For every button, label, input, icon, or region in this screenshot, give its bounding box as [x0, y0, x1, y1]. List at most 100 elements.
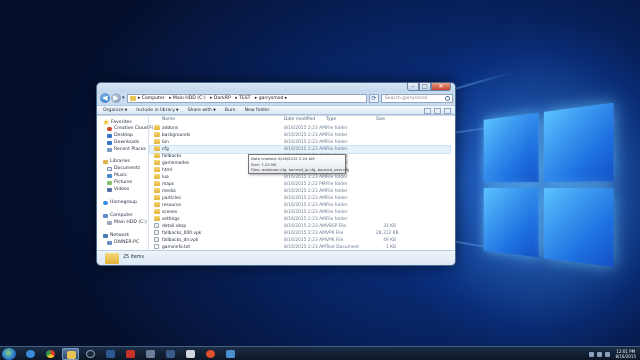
- taskbar-app-8[interactable]: [162, 348, 179, 360]
- file-row[interactable]: particles 8/16/2015 2:23 AM File folder: [150, 195, 450, 202]
- taskbar-app-9[interactable]: [182, 348, 199, 360]
- file-type: File folder: [326, 133, 348, 138]
- view-options-icon[interactable]: [424, 108, 431, 114]
- start-button[interactable]: [2, 348, 16, 360]
- file-name: backgrounds: [162, 133, 191, 138]
- nav-recent-places[interactable]: Recent Places: [107, 147, 146, 152]
- taskbar-app-11[interactable]: [222, 348, 239, 360]
- file-row[interactable]: fallbacks_000.vpk 8/16/2015 2:23 AM VPK Fi…: [150, 230, 450, 237]
- file-type: File folder: [326, 217, 348, 222]
- nav-desktop[interactable]: Desktop: [107, 133, 133, 138]
- breadcrumb-garrysmod[interactable]: ▸ garrysmod ▸: [255, 96, 287, 101]
- file-row[interactable]: settings 8/16/2015 2:23 AM File folder: [150, 216, 450, 223]
- file-type: VBSP File: [326, 224, 347, 229]
- taskbar-steam[interactable]: [82, 348, 99, 360]
- breadcrumb-computer[interactable]: ▸ Computer: [138, 96, 165, 101]
- tray-arrow-icon[interactable]: [589, 351, 595, 357]
- back-button[interactable]: ◀: [100, 93, 110, 103]
- file-row[interactable]: fallbacks_dir.vpk 8/16/2015 2:23 AM VPK Fi…: [150, 237, 450, 244]
- search-input[interactable]: Search garrysmod: [381, 94, 453, 103]
- file-row[interactable]: scenes 8/16/2015 2:23 AM File folder: [150, 209, 450, 216]
- nav-main-hdd[interactable]: Main HDD (C:): [107, 220, 147, 225]
- explorer-icon: [67, 351, 76, 359]
- nav-label: Recent Places: [114, 147, 146, 152]
- file-row[interactable]: media 8/16/2015 2:23 AM File folder: [150, 188, 450, 195]
- nav-documents[interactable]: Documents: [107, 166, 140, 171]
- nav-label: DWNER-PC: [114, 240, 140, 245]
- file-row[interactable]: addons 8/16/2015 2:23 AM File folder: [150, 125, 450, 132]
- nav-videos[interactable]: Videos: [107, 187, 129, 192]
- column-header-size[interactable]: Size: [376, 116, 385, 124]
- nav-network[interactable]: Network: [103, 233, 129, 238]
- column-header-date[interactable]: Date modified: [284, 116, 315, 124]
- nav-computer[interactable]: Computer: [103, 213, 133, 218]
- recent-pages-dropdown[interactable]: ▾: [122, 95, 125, 101]
- file-row[interactable]: resource 8/16/2015 2:23 AM File folder: [150, 202, 450, 209]
- taskbar-explorer[interactable]: [62, 348, 79, 360]
- file-name: addons: [162, 126, 179, 131]
- volume-icon[interactable]: [605, 351, 611, 357]
- creative-cloud-icon: [107, 126, 112, 131]
- pictures-icon: [107, 180, 112, 185]
- share-with-menu[interactable]: Share with▼: [188, 108, 216, 113]
- nav-creative-cloud[interactable]: Creative Cloud Fi: [107, 126, 153, 131]
- logo-pane: [483, 187, 539, 258]
- breadcrumb-main-hdd[interactable]: ▸ Main HDD (C:): [169, 96, 206, 101]
- hard-drive-icon: [107, 220, 112, 225]
- organize-menu[interactable]: Organize▼: [103, 108, 127, 113]
- nav-favorites[interactable]: Favorites: [103, 119, 132, 125]
- taskbar-app-5[interactable]: [102, 348, 119, 360]
- new-folder-button[interactable]: New folder: [245, 108, 270, 113]
- clock[interactable]: 12:01 PM 8/16/2015: [615, 349, 636, 359]
- file-name: settings: [162, 217, 180, 222]
- file-row[interactable]: lua 8/16/2015 2:23 AM File folder: [150, 174, 450, 181]
- nav-libraries[interactable]: Libraries: [103, 159, 130, 164]
- file-icon: [154, 244, 159, 249]
- taskbar-app-10[interactable]: [202, 348, 219, 360]
- forward-button[interactable]: ▶: [111, 93, 121, 103]
- taskbar-app-7[interactable]: [142, 348, 159, 360]
- nav-dwner-pc[interactable]: DWNER-PC: [107, 240, 139, 245]
- file-row[interactable]: backgrounds 8/16/2015 2:23 AM File folder: [150, 132, 450, 139]
- title-bar[interactable]: – □ ✕: [97, 83, 455, 92]
- column-header-type[interactable]: Type: [326, 116, 336, 124]
- include-in-library-menu[interactable]: Include in library▼: [136, 108, 178, 113]
- file-date: 8/16/2015 2:23 AM: [284, 238, 326, 243]
- file-date: 8/16/2015 2:22 PM: [284, 182, 326, 187]
- nav-music[interactable]: Music: [107, 173, 127, 178]
- explorer-window: – □ ✕ ◀ ▶ ▾ ▸ Computer ▸ Main HDD (C:) ▸…: [96, 82, 456, 266]
- app-icon: [226, 350, 235, 358]
- nav-label: Network: [110, 233, 130, 238]
- column-header-name[interactable]: Name: [162, 116, 175, 124]
- file-date: 8/16/2015 2:23 AM: [284, 175, 326, 180]
- nav-homegroup[interactable]: Homegroup: [103, 200, 137, 205]
- help-icon[interactable]: [444, 108, 451, 114]
- preview-pane-icon[interactable]: [434, 108, 441, 114]
- breadcrumb-darkrp[interactable]: ▸ DarkRP: [210, 96, 231, 101]
- file-name: media: [162, 189, 176, 194]
- address-bar[interactable]: ▸ Computer ▸ Main HDD (C:) ▸ DarkRP ▸ TE…: [127, 94, 367, 103]
- file-row[interactable]: detail.vbsp 8/16/2015 2:23 AM VBSP File 31 …: [150, 223, 450, 230]
- network-status-icon[interactable]: [597, 351, 603, 357]
- file-row[interactable]: cfg 8/16/2015 2:23 AM File folder: [149, 145, 451, 154]
- music-icon: [107, 173, 112, 178]
- file-date: 8/16/2015 2:23 AM: [284, 203, 326, 208]
- file-type: File folder: [326, 189, 348, 194]
- desktop-icon: [107, 133, 112, 138]
- maximize-button[interactable]: □: [419, 83, 431, 91]
- file-row[interactable]: bin 8/16/2015 2:23 AM File folder: [150, 139, 450, 146]
- menu-label: Organize: [103, 107, 124, 113]
- taskbar-chrome[interactable]: [42, 348, 59, 360]
- taskbar-ie[interactable]: [22, 348, 39, 360]
- nav-downloads[interactable]: Downloads: [107, 140, 139, 145]
- file-icon: [154, 237, 159, 242]
- nav-pictures[interactable]: Pictures: [107, 180, 132, 185]
- breadcrumb-test[interactable]: ▸ TEST: [235, 96, 250, 101]
- nav-label: Main HDD (C:): [114, 220, 147, 225]
- minimize-button[interactable]: –: [407, 83, 419, 91]
- refresh-button[interactable]: ⟳: [369, 94, 379, 103]
- taskbar-filezilla[interactable]: [122, 348, 139, 360]
- close-button[interactable]: ✕: [431, 83, 451, 91]
- file-row[interactable]: maps 8/16/2015 2:22 PM File folder: [150, 181, 450, 188]
- burn-button[interactable]: Burn: [225, 108, 236, 113]
